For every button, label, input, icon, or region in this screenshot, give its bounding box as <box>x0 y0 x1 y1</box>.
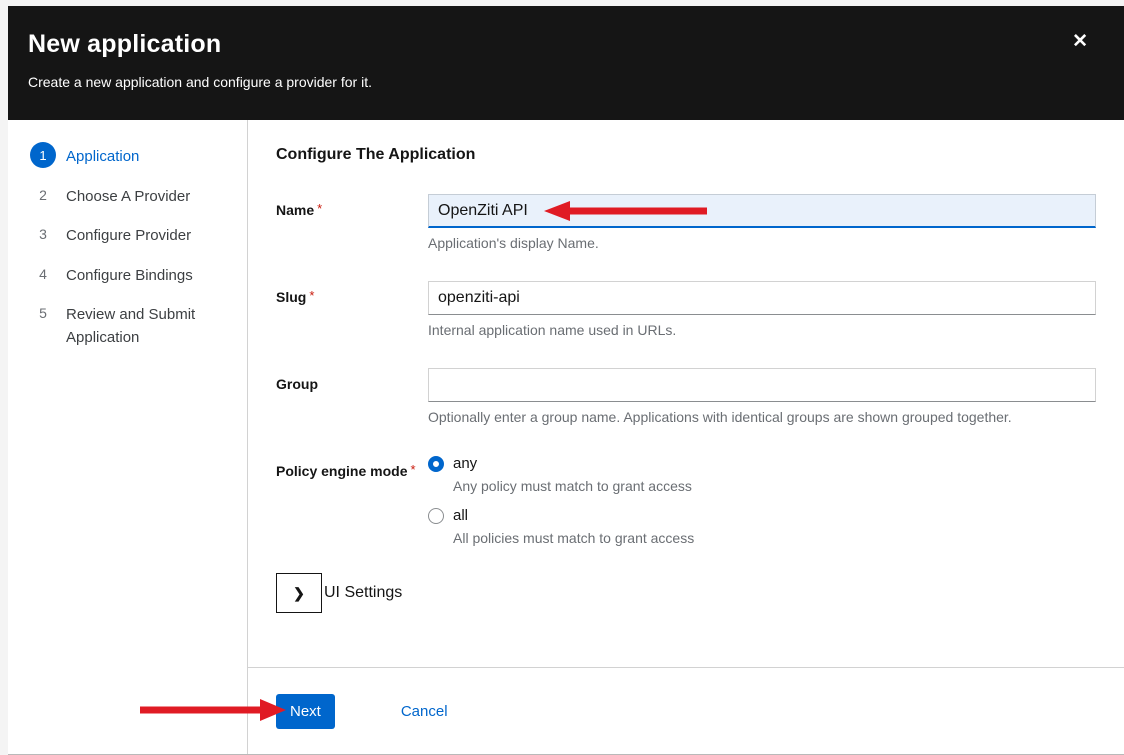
policy-mode-option-all[interactable]: all <box>428 507 1096 524</box>
wizard-step-configure-provider[interactable]: 3 Configure Provider <box>30 221 233 248</box>
policy-engine-mode-label: Policy engine mode* <box>276 455 428 559</box>
step-number-badge: 1 <box>30 142 56 168</box>
step-label: Choose A Provider <box>66 182 190 209</box>
required-asterisk: * <box>410 462 415 477</box>
wizard-step-configure-bindings[interactable]: 4 Configure Bindings <box>30 261 233 288</box>
policy-engine-mode-row: Policy engine mode* any Any policy must … <box>276 455 1096 559</box>
main-panel: Configure The Application Name* Applicat… <box>248 120 1124 754</box>
required-asterisk: * <box>309 288 314 303</box>
chevron-right-icon[interactable]: ❯ <box>276 573 322 613</box>
slug-input[interactable] <box>428 281 1096 315</box>
wizard-footer: Next Cancel <box>248 667 1124 754</box>
required-asterisk: * <box>317 201 322 216</box>
cancel-link[interactable]: Cancel <box>401 694 448 720</box>
radio-all-label: all <box>453 507 468 524</box>
slug-help-text: Internal application name used in URLs. <box>428 322 1096 338</box>
ui-settings-expander: ❯ UI Settings <box>276 573 1096 613</box>
wizard-steps-sidebar: 1 Application 2 Choose A Provider 3 Conf… <box>8 120 248 754</box>
policy-mode-option-any[interactable]: any <box>428 455 1096 472</box>
radio-any[interactable] <box>428 456 444 472</box>
step-label: Configure Bindings <box>66 261 193 288</box>
name-input[interactable] <box>428 194 1096 228</box>
modal-header: New application Create a new application… <box>8 6 1124 120</box>
step-number-badge: 2 <box>30 182 56 208</box>
step-label: Review and Submit Application <box>66 300 233 349</box>
form-heading: Configure The Application <box>276 146 1096 164</box>
ui-settings-label: UI Settings <box>324 584 402 602</box>
radio-any-label: any <box>453 455 477 472</box>
radio-any-help: Any policy must match to grant access <box>453 478 1096 494</box>
group-input[interactable] <box>428 368 1096 402</box>
slug-field-row: Slug* Internal application name used in … <box>276 281 1096 338</box>
close-icon[interactable]: ✕ <box>1072 32 1088 51</box>
next-button[interactable]: Next <box>276 694 335 729</box>
step-number-badge: 4 <box>30 261 56 287</box>
name-field-row: Name* Application's display Name. <box>276 194 1096 251</box>
wizard-step-review-submit[interactable]: 5 Review and Submit Application <box>30 300 233 349</box>
group-label: Group <box>276 368 428 425</box>
step-number-badge: 3 <box>30 221 56 247</box>
name-label: Name* <box>276 194 428 251</box>
group-field-row: Group Optionally enter a group name. App… <box>276 368 1096 425</box>
modal-body: 1 Application 2 Choose A Provider 3 Conf… <box>8 120 1124 754</box>
modal-title: New application <box>28 30 1096 59</box>
wizard-step-application[interactable]: 1 Application <box>30 142 233 169</box>
slug-label: Slug* <box>276 281 428 338</box>
name-help-text: Application's display Name. <box>428 235 1096 251</box>
step-label: Application <box>66 142 139 169</box>
group-help-text: Optionally enter a group name. Applicati… <box>428 409 1096 425</box>
radio-all-help: All policies must match to grant access <box>453 530 1096 546</box>
wizard-step-choose-provider[interactable]: 2 Choose A Provider <box>30 182 233 209</box>
modal-subtitle: Create a new application and configure a… <box>28 74 1096 90</box>
step-label: Configure Provider <box>66 221 191 248</box>
radio-all[interactable] <box>428 508 444 524</box>
new-application-modal: New application Create a new application… <box>8 6 1124 755</box>
step-number-badge: 5 <box>30 300 56 326</box>
application-form: Configure The Application Name* Applicat… <box>248 120 1124 667</box>
